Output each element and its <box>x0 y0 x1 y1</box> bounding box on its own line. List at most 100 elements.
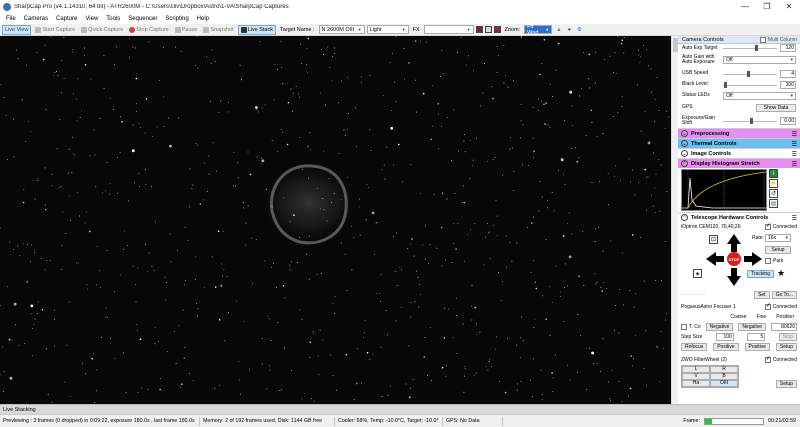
black-level-slider[interactable] <box>723 81 777 89</box>
section-image-controls[interactable]: ⌄ Image Controls ☰ <box>678 148 800 158</box>
mount-connected-checkbox[interactable] <box>764 222 771 230</box>
menu-icon[interactable]: ☰ <box>792 161 797 168</box>
step-size-input[interactable]: 100 <box>715 333 734 341</box>
mount-setup-button[interactable]: Setup <box>765 246 791 254</box>
goto-button[interactable]: Go To... <box>771 291 797 299</box>
maximize-button[interactable]: ❐ <box>756 0 778 13</box>
filter-ha[interactable]: Ha <box>682 380 710 387</box>
focuser-stop-button[interactable]: Stop <box>778 333 797 341</box>
histogram-tool-icon[interactable]: ▲ <box>554 25 563 35</box>
reset-icon[interactable]: ↺ <box>769 189 778 198</box>
fine-positive-button[interactable]: Positive <box>744 343 771 351</box>
usb-speed-value[interactable]: 4 <box>780 69 796 78</box>
auto-stretch-icon[interactable]: ⚡ <box>769 179 778 188</box>
live-view-button[interactable]: Live View <box>2 24 32 35</box>
filter-v[interactable]: V <box>682 373 710 380</box>
focuser-setup-button[interactable]: Setup <box>775 343 797 351</box>
tracking-button[interactable]: Tracking <box>747 270 774 278</box>
stop-capture-button[interactable]: Stop Capture <box>127 25 170 35</box>
chevron-up-icon[interactable]: ⌃ <box>681 214 688 221</box>
star-icon[interactable]: ★ <box>777 268 785 279</box>
menu-cameras[interactable]: Cameras <box>20 16 52 22</box>
info-icon[interactable]: i <box>769 169 778 178</box>
exposure-gain-shift-value[interactable]: 0.00 <box>780 117 796 125</box>
snapshot-button[interactable]: Snapshot <box>201 25 235 35</box>
park-checkbox[interactable] <box>765 258 771 264</box>
zoom-select[interactable]: Fit Wnd ▼ <box>524 24 553 36</box>
black-level-value[interactable]: 300 <box>780 80 796 89</box>
menu-tools[interactable]: Tools <box>102 16 124 22</box>
frame-type-select[interactable]: Light ▼ <box>366 25 409 34</box>
section-telescope[interactable]: ⌃ Telescope Hardware Controls ☰ <box>678 212 800 222</box>
focuser-connected[interactable]: Connected <box>764 302 797 310</box>
fine-step-input[interactable]: 5 <box>747 333 766 341</box>
histogram-plot[interactable] <box>681 169 767 211</box>
settings-tool-icon[interactable]: ⚙ <box>575 25 584 35</box>
temp-comp-checkbox[interactable] <box>681 324 687 330</box>
grid-swatch[interactable] <box>484 26 492 33</box>
north-arrow[interactable] <box>727 234 741 244</box>
live-stacking-tab[interactable]: Live Stacking <box>0 404 800 414</box>
chevron-down-icon[interactable]: ⌄ <box>681 130 688 137</box>
auto-gain-dropdown[interactable]: Off <box>723 56 796 64</box>
menu-capture[interactable]: Capture <box>52 16 81 22</box>
coarse-positive-button[interactable]: Positive <box>713 343 739 351</box>
menu-icon[interactable]: ☰ <box>792 131 797 138</box>
position-value[interactable]: 80620 <box>771 323 797 331</box>
filter-r[interactable]: R <box>710 366 738 373</box>
quick-capture-button[interactable]: Quick Capture <box>79 25 125 35</box>
filter-b[interactable]: B <box>710 373 738 380</box>
auto-exp-target-value[interactable]: 120 <box>780 44 796 52</box>
status-leds-dropdown[interactable]: Off <box>723 91 796 100</box>
menu-help[interactable]: Help <box>193 16 213 22</box>
filter-oiii[interactable]: OIII <box>710 380 738 387</box>
save-icon[interactable]: ▤ <box>769 199 778 208</box>
target-name-select[interactable]: N 2600M OIII ▼ <box>318 25 365 34</box>
start-capture-button[interactable]: Start Capture <box>33 25 77 35</box>
park-toggle[interactable]: Park <box>765 258 783 264</box>
minimize-button[interactable]: — <box>734 0 756 13</box>
chevron-up-icon[interactable]: ⌃ <box>681 160 688 167</box>
home-icon[interactable]: ◈ <box>693 269 702 278</box>
filter-l[interactable]: L <box>682 366 710 373</box>
menu-scripting[interactable]: Scripting <box>161 16 192 22</box>
crosshair-color-swatch[interactable] <box>475 26 483 33</box>
set-button[interactable]: Set <box>754 291 770 299</box>
section-preprocessing[interactable]: ⌄ Preprocessing ☰ <box>678 128 800 138</box>
filterwheel-setup-button[interactable]: Setup <box>775 380 797 388</box>
focus-tool-icon[interactable]: ● <box>566 25 573 35</box>
menu-icon[interactable]: ☰ <box>792 151 797 158</box>
exposure-gain-shift-slider[interactable] <box>723 117 777 125</box>
multi-column-checkbox[interactable] <box>759 36 766 43</box>
temp-comp-toggle[interactable]: T. Co <box>681 324 701 330</box>
south-arrow[interactable] <box>727 276 741 286</box>
usb-speed-slider[interactable] <box>723 70 777 78</box>
pause-button[interactable]: Pause <box>173 25 200 35</box>
chevron-down-icon[interactable]: ⌄ <box>681 150 688 157</box>
mount-connected[interactable]: Connected <box>764 222 797 230</box>
east-arrow[interactable] <box>706 252 716 266</box>
live-stack-button[interactable]: Live Stack <box>237 24 276 35</box>
overlay-swatch[interactable] <box>493 26 501 33</box>
close-button[interactable]: ✕ <box>778 0 800 13</box>
image-viewer[interactable] <box>0 36 671 404</box>
filterwheel-connected[interactable]: Connected <box>764 355 797 363</box>
fx-select[interactable]: ▼ <box>423 25 474 34</box>
menu-icon[interactable]: ☰ <box>792 141 797 148</box>
filterwheel-connected-checkbox[interactable] <box>764 355 771 363</box>
refocus-button[interactable]: Refocus <box>681 343 708 351</box>
menu-sequencer[interactable]: Sequencer <box>124 16 161 22</box>
chevron-down-icon[interactable]: ⌄ <box>681 140 688 147</box>
multi-column-toggle[interactable]: Multi Column <box>759 36 800 43</box>
west-arrow[interactable] <box>752 252 762 266</box>
menu-file[interactable]: File <box>2 16 20 22</box>
panel-scrollbar[interactable] <box>671 36 678 404</box>
rate-dropdown[interactable]: 16x <box>765 234 791 242</box>
show-data-button[interactable]: Show Data <box>756 103 796 112</box>
mount-stop-button[interactable]: STOP <box>727 252 741 266</box>
menu-icon[interactable]: ☰ <box>792 215 797 222</box>
focuser-connected-checkbox[interactable] <box>764 302 771 310</box>
menu-view[interactable]: View <box>81 16 102 22</box>
section-histogram[interactable]: ⌃ Display Histogram Stretch ☰ <box>678 158 800 168</box>
auto-exp-target-slider[interactable] <box>723 44 777 52</box>
